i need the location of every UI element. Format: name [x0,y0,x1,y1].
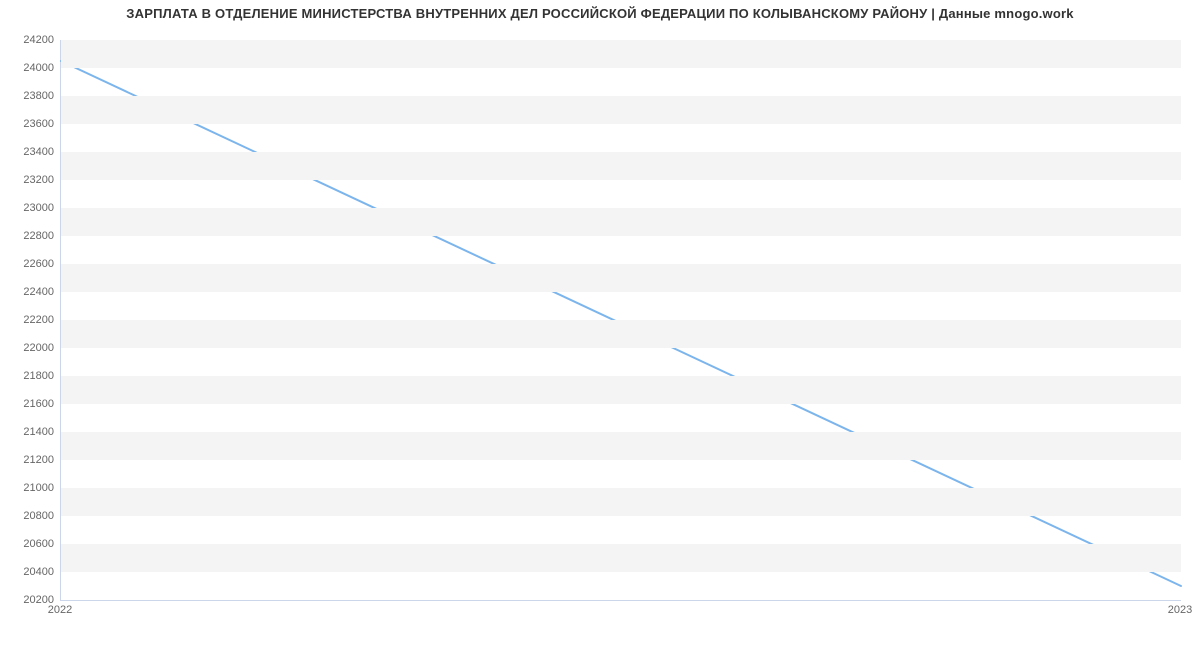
y-tick-label: 24000 [4,62,54,74]
grid-band [61,432,1181,460]
y-tick-label: 22600 [4,258,54,270]
y-tick-label: 21600 [4,398,54,410]
y-tick-label: 21200 [4,454,54,466]
y-tick-label: 23200 [4,174,54,186]
grid-band [61,40,1181,68]
grid-band [61,544,1181,572]
y-tick-label: 23800 [4,90,54,102]
y-tick-label: 20600 [4,538,54,550]
y-tick-label: 23600 [4,118,54,130]
grid-band [61,264,1181,292]
x-tick-label: 2023 [1168,604,1192,616]
y-tick-label: 23000 [4,202,54,214]
grid-band [61,376,1181,404]
y-tick-label: 22200 [4,314,54,326]
y-tick-label: 21400 [4,426,54,438]
y-tick-label: 23400 [4,146,54,158]
chart-title: ЗАРПЛАТА В ОТДЕЛЕНИЕ МИНИСТЕРСТВА ВНУТРЕ… [0,6,1200,21]
x-tick-label: 2022 [48,604,72,616]
y-tick-label: 20200 [4,594,54,606]
plot-area [60,40,1181,601]
grid-band [61,96,1181,124]
y-tick-label: 24200 [4,34,54,46]
grid-band [61,320,1181,348]
y-tick-label: 22800 [4,230,54,242]
grid-band [61,488,1181,516]
salary-line-chart: ЗАРПЛАТА В ОТДЕЛЕНИЕ МИНИСТЕРСТВА ВНУТРЕ… [0,0,1200,650]
y-tick-label: 20400 [4,566,54,578]
y-tick-label: 21800 [4,370,54,382]
y-tick-label: 21000 [4,482,54,494]
y-tick-label: 22400 [4,286,54,298]
grid-band [61,208,1181,236]
y-tick-label: 20800 [4,510,54,522]
grid-band [61,152,1181,180]
y-tick-label: 22000 [4,342,54,354]
